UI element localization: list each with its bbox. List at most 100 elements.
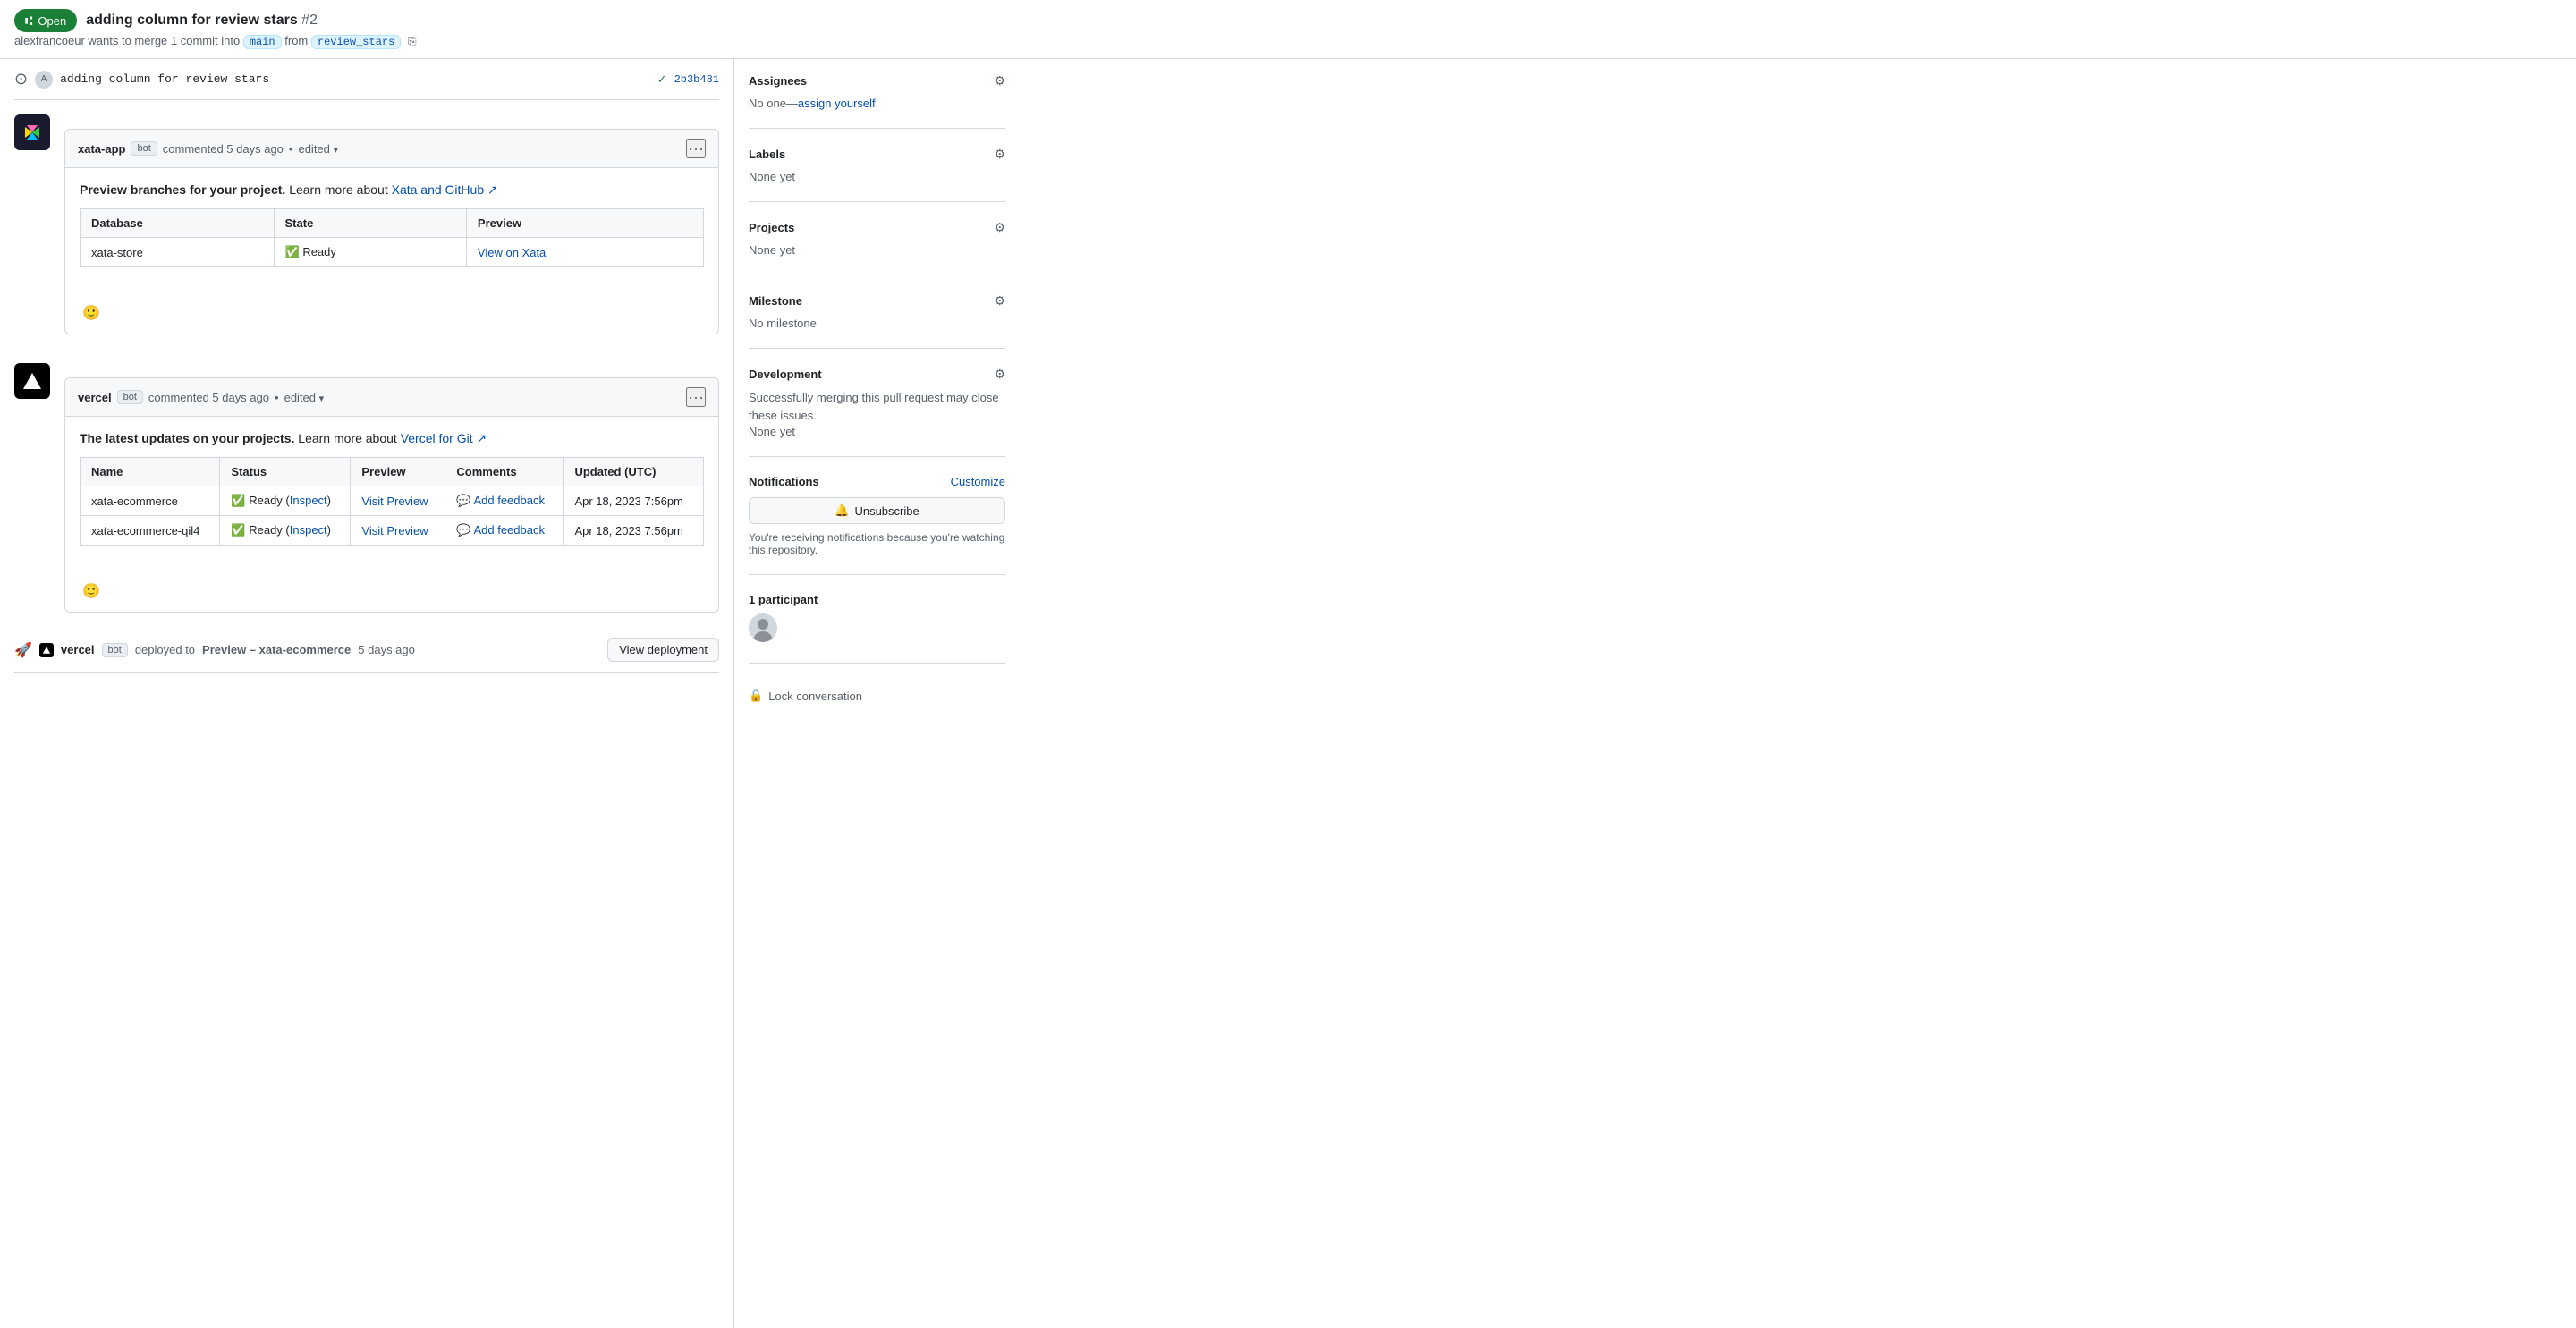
milestone-title: Milestone bbox=[749, 294, 802, 308]
vercel-row2-status: ✅ Ready (Inspect) bbox=[220, 516, 351, 546]
vercel-th-comments: Comments bbox=[445, 458, 564, 486]
participants-list bbox=[749, 613, 1005, 645]
deployment-environment: Preview – xata-ecommerce bbox=[202, 643, 351, 656]
sidebar-notifications-section: Notifications Customize 🔔 Unsubscribe Yo… bbox=[749, 475, 1005, 575]
rocket-icon: 🚀 bbox=[14, 641, 32, 659]
xata-row-state: ✅ Ready bbox=[274, 238, 466, 267]
xata-row-database: xata-store bbox=[80, 238, 275, 267]
assignees-gear-icon[interactable]: ⚙ bbox=[994, 73, 1005, 89]
xata-row-preview[interactable]: View on Xata bbox=[466, 238, 703, 267]
sidebar: Assignees ⚙ No one—assign yourself Label… bbox=[733, 59, 1020, 1328]
xata-comment-body: Preview branches for your project. Learn… bbox=[65, 168, 718, 292]
sidebar-labels-section: Labels ⚙ None yet bbox=[749, 147, 1005, 202]
notification-info-text: You're receiving notifications because y… bbox=[749, 531, 1005, 556]
pr-author: alexfrancoeur bbox=[14, 34, 85, 47]
vercel-th-updated: Updated (UTC) bbox=[564, 458, 704, 486]
xata-avatar bbox=[14, 114, 50, 150]
deployment-time: 5 days ago bbox=[358, 643, 415, 656]
sidebar-development-header: Development ⚙ bbox=[749, 367, 1005, 382]
customize-link[interactable]: Customize bbox=[951, 475, 1005, 488]
xata-comment-more-button[interactable]: ··· bbox=[686, 139, 706, 158]
view-deployment-button[interactable]: View deployment bbox=[607, 638, 719, 662]
vercel-comment-author[interactable]: vercel bbox=[78, 391, 112, 404]
labels-gear-icon[interactable]: ⚙ bbox=[994, 147, 1005, 162]
notifications-header: Notifications Customize bbox=[749, 475, 1005, 488]
commit-line: ⊙ A adding column for review stars ✓ 2b3… bbox=[14, 59, 719, 100]
vercel-comment-header: vercel bot commented 5 days ago • edited… bbox=[65, 378, 718, 417]
unsubscribe-button[interactable]: 🔔 Unsubscribe bbox=[749, 497, 1005, 524]
deployment-deployer[interactable]: vercel bbox=[61, 643, 95, 656]
vercel-row2-comments[interactable]: 💬 Add feedback bbox=[445, 516, 564, 546]
assignees-title: Assignees bbox=[749, 74, 807, 88]
assignees-value: No one—assign yourself bbox=[749, 96, 1005, 110]
vercel-row2-inspect-link[interactable]: Inspect bbox=[290, 523, 327, 537]
vercel-intro-text: The latest updates on your projects. Lea… bbox=[80, 431, 704, 446]
vercel-avatar bbox=[14, 363, 50, 399]
xata-meta-dot: • bbox=[289, 142, 293, 156]
deployment-left: 🚀 vercel bot deployed to Preview – xata-… bbox=[14, 641, 415, 659]
participants-title: 1 participant bbox=[749, 593, 818, 606]
xata-bot-badge: bot bbox=[131, 141, 157, 156]
vercel-row2-preview[interactable]: Visit Preview bbox=[351, 516, 445, 546]
vercel-comment-footer: 🙂 bbox=[65, 571, 718, 612]
pr-title: adding column for review stars #2 bbox=[86, 13, 318, 29]
milestone-value: No milestone bbox=[749, 317, 817, 330]
pr-number: #2 bbox=[301, 13, 318, 28]
xata-comment-card: xata-app bot commented 5 days ago • edit… bbox=[64, 129, 719, 334]
head-branch[interactable]: review_stars bbox=[311, 35, 401, 49]
vercel-small-avatar bbox=[39, 643, 54, 657]
xata-table-header-state: State bbox=[274, 209, 466, 238]
sidebar-labels-header: Labels ⚙ bbox=[749, 147, 1005, 162]
development-value: None yet bbox=[749, 425, 795, 438]
vercel-emoji-react-button[interactable]: 🙂 bbox=[78, 578, 105, 605]
vercel-row2-updated: Apr 18, 2023 7:56pm bbox=[564, 516, 704, 546]
sidebar-participants-section: 1 participant bbox=[749, 593, 1005, 664]
vercel-preview-table: Name Status Preview Comments Updated (UT… bbox=[80, 457, 704, 546]
bell-off-icon: 🔔 bbox=[835, 503, 849, 518]
vercel-row1-preview[interactable]: Visit Preview bbox=[351, 486, 445, 516]
content-area: ⊙ A adding column for review stars ✓ 2b3… bbox=[0, 59, 733, 1328]
vercel-row1-comments[interactable]: 💬 Add feedback bbox=[445, 486, 564, 516]
vercel-th-preview: Preview bbox=[351, 458, 445, 486]
vercel-row1-updated: Apr 18, 2023 7:56pm bbox=[564, 486, 704, 516]
participant-avatar-1[interactable] bbox=[749, 613, 777, 642]
main-layout: ⊙ A adding column for review stars ✓ 2b3… bbox=[0, 59, 2576, 1328]
milestone-gear-icon[interactable]: ⚙ bbox=[994, 293, 1005, 309]
xata-comment-author[interactable]: xata-app bbox=[78, 142, 125, 156]
lock-conversation-button[interactable]: 🔒 Lock conversation bbox=[749, 681, 862, 710]
copy-icon[interactable]: ⎘ bbox=[408, 35, 417, 47]
development-description: Successfully merging this pull request m… bbox=[749, 389, 1005, 424]
xata-table-row: xata-store ✅ Ready View on Xata bbox=[80, 238, 704, 267]
vercel-row2-name: xata-ecommerce-qil4 bbox=[80, 516, 220, 546]
pr-subtitle: alexfrancoeur wants to merge 1 commit in… bbox=[14, 34, 417, 49]
vercel-learn-link[interactable]: Vercel for Git ↗ bbox=[401, 431, 487, 445]
commit-author-avatar: A bbox=[35, 71, 53, 89]
assign-yourself-link[interactable]: assign yourself bbox=[798, 97, 876, 110]
commit-hash[interactable]: 2b3b481 bbox=[674, 73, 719, 86]
xata-table-header-database: Database bbox=[80, 209, 275, 238]
development-title: Development bbox=[749, 368, 822, 381]
base-branch[interactable]: main bbox=[243, 35, 282, 49]
xata-comment-wrapper: xata-app bot commented 5 days ago • edit… bbox=[14, 114, 719, 349]
vercel-row1-inspect-link[interactable]: Inspect bbox=[290, 494, 327, 507]
open-badge-label: Open bbox=[38, 14, 66, 28]
vercel-th-status: Status bbox=[220, 458, 351, 486]
xata-comment-footer: 🙂 bbox=[65, 292, 718, 334]
vercel-comment-wrapper: vercel bot commented 5 days ago • edited… bbox=[14, 363, 719, 627]
projects-gear-icon[interactable]: ⚙ bbox=[994, 220, 1005, 235]
xata-comment-header-left: xata-app bot commented 5 days ago • edit… bbox=[78, 141, 338, 156]
commit-check-icon: ✓ bbox=[657, 72, 667, 87]
xata-emoji-react-button[interactable]: 🙂 bbox=[78, 300, 105, 326]
deployment-action: deployed to bbox=[135, 643, 195, 656]
xata-table-header-preview: Preview bbox=[466, 209, 703, 238]
vercel-comment-more-button[interactable]: ··· bbox=[686, 387, 706, 407]
xata-edited-link[interactable]: edited ▾ bbox=[298, 142, 338, 156]
vercel-comment-body: The latest updates on your projects. Lea… bbox=[65, 417, 718, 571]
development-gear-icon[interactable]: ⚙ bbox=[994, 367, 1005, 382]
deployment-row: 🚀 vercel bot deployed to Preview – xata-… bbox=[14, 627, 719, 673]
sidebar-milestone-section: Milestone ⚙ No milestone bbox=[749, 293, 1005, 349]
vercel-edited-link[interactable]: edited ▾ bbox=[284, 391, 325, 404]
labels-title: Labels bbox=[749, 148, 785, 161]
vercel-meta-dot: • bbox=[275, 391, 279, 404]
xata-learn-link[interactable]: Xata and GitHub ↗ bbox=[392, 182, 498, 197]
